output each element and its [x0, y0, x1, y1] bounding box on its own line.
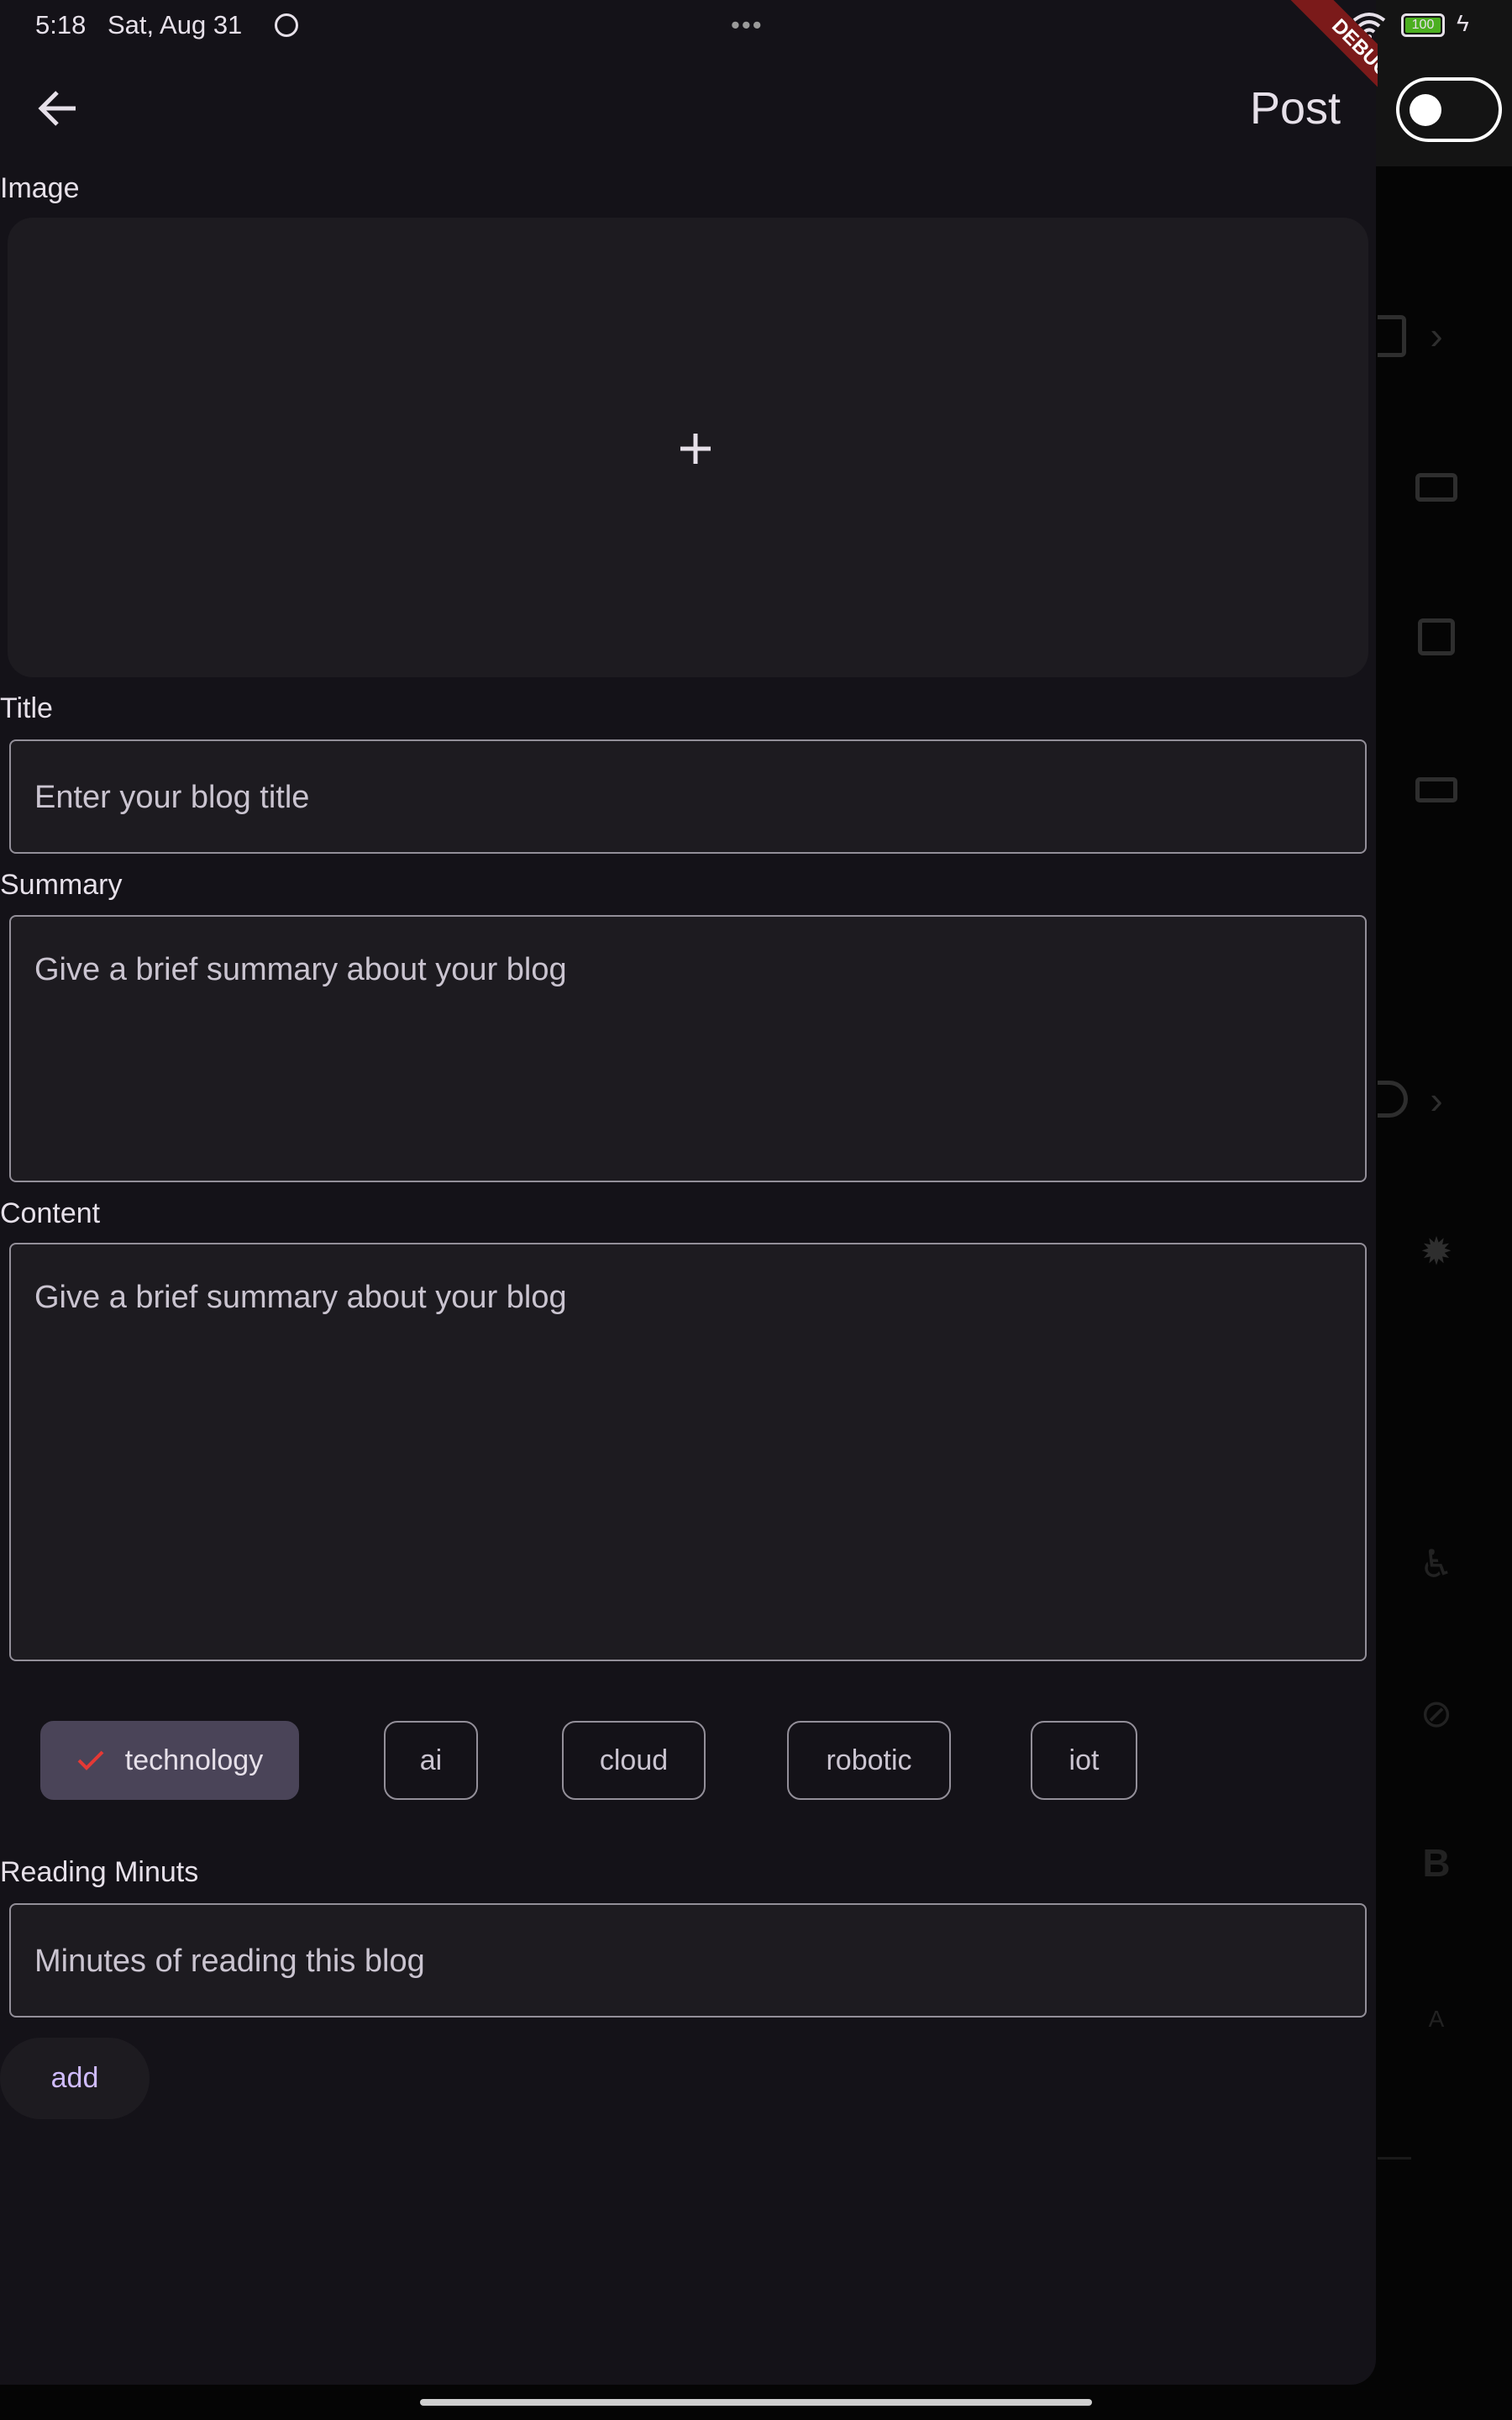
mute-icon: 🔕︎ — [1319, 13, 1352, 40]
plus-icon — [680, 434, 711, 464]
charging-icon: ϟ — [1457, 10, 1469, 36]
tag-chip-cloud[interactable]: cloud — [562, 1721, 706, 1800]
tablet-icon — [1378, 315, 1406, 357]
tag-label: technology — [124, 1744, 264, 1776]
title-placeholder: Enter your blog title — [34, 780, 310, 815]
brightness-icon: ✹ — [1420, 1229, 1453, 1273]
content-label: Content — [0, 1197, 101, 1229]
dialpad-icon — [1418, 618, 1455, 655]
content-placeholder: Give a brief summary about your blog — [34, 1280, 567, 1315]
tag-chip-ai[interactable]: ai — [384, 1721, 478, 1800]
toggle-thumb — [1410, 94, 1441, 126]
home-indicator[interactable] — [420, 2399, 1092, 2406]
wifi-icon — [1352, 13, 1386, 39]
status-time: 5:18 — [35, 10, 87, 39]
check-icon — [77, 1750, 104, 1770]
image-label: Image — [0, 172, 80, 204]
tag-chip-technology[interactable]: technology — [40, 1721, 299, 1800]
tag-label: robotic — [826, 1744, 912, 1776]
battery-level: 100 — [1405, 18, 1441, 33]
back-arrow-icon[interactable] — [37, 89, 79, 128]
keyboard-icon — [1415, 777, 1457, 802]
chevron-right-icon: › — [1430, 313, 1443, 357]
status-date: Sat, Aug 31 — [108, 10, 243, 39]
content-input[interactable]: Give a brief summary about your blog — [9, 1243, 1367, 1661]
bold-text-icon: B — [1422, 1841, 1451, 1885]
summary-label: Summary — [0, 869, 123, 901]
reading-minutes-label: Reading Minuts — [0, 1856, 199, 1888]
notification-icon — [275, 13, 298, 37]
tv-icon — [1415, 473, 1457, 502]
chevron-right-icon: › — [1430, 1078, 1443, 1122]
battery-icon: 100 — [1401, 13, 1445, 37]
tag-chip-iot[interactable]: iot — [1031, 1721, 1137, 1800]
tag-label: cloud — [599, 1744, 669, 1776]
post-button[interactable]: Post — [1250, 81, 1341, 136]
accessibility-off-icon: ⊘ — [1420, 1691, 1453, 1735]
tag-chip-robotic[interactable]: robotic — [787, 1721, 951, 1800]
tag-label: iot — [1068, 1744, 1100, 1776]
add-button-label: add — [50, 2062, 99, 2094]
divider — [1378, 2157, 1411, 2160]
reading-minutes-input[interactable]: Minutes of reading this blog — [9, 1903, 1367, 2018]
theme-toggle[interactable] — [1396, 77, 1502, 142]
tag-label: ai — [419, 1744, 443, 1776]
reading-minutes-placeholder: Minutes of reading this blog — [34, 1944, 425, 1979]
font-size-icon: A — [1428, 2006, 1445, 2032]
add-button[interactable]: add — [0, 2038, 150, 2119]
title-input[interactable]: Enter your blog title — [9, 739, 1367, 854]
summary-placeholder: Give a brief summary about your blog — [34, 952, 567, 987]
image-picker[interactable] — [8, 218, 1368, 677]
accessibility-icon: ♿︎ — [1419, 1542, 1454, 1586]
title-label: Title — [0, 692, 53, 724]
more-dots-icon: ••• — [731, 10, 764, 39]
globe-icon — [1378, 1081, 1408, 1118]
summary-input[interactable]: Give a brief summary about your blog — [9, 915, 1367, 1182]
